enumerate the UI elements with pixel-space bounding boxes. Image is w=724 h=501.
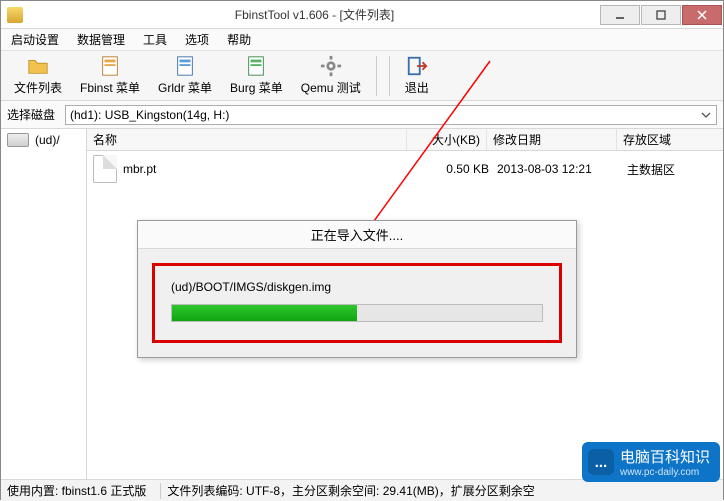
sheet-blue-icon [174,55,196,77]
watermark-url: www.pc-daily.com [620,467,710,478]
sheet-orange-icon [99,55,121,77]
status-right: 文件列表编码: UTF-8，主分区剩余空间: 29.41(MB)，扩展分区剩余空 [167,482,542,499]
exit-icon [406,55,428,77]
exit-button[interactable]: 退出 [396,52,438,99]
qemu-test-button[interactable]: Qemu 测试 [292,52,370,99]
toolbar-label: Burg 菜单 [230,79,283,96]
menu-item[interactable]: 帮助 [221,29,257,50]
divider [389,56,390,96]
list-header: 名称 大小(KB) 修改日期 存放区域 [87,129,723,151]
toolbar-label: 退出 [405,79,429,96]
titlebar: FbinstTool v1.606 - [文件列表] [1,1,723,29]
menu-item[interactable]: 工具 [137,29,173,50]
file-region: 主数据区 [627,161,717,178]
file-size: 0.50 KB [417,162,497,176]
toolbar-label: Qemu 测试 [301,79,361,96]
statusbar: 使用内置: fbinst1.6 正式版 文件列表编码: UTF-8，主分区剩余空… [1,479,723,501]
import-path: (ud)/BOOT/IMGS/diskgen.img [171,280,543,294]
import-dialog: 正在导入文件.... (ud)/BOOT/IMGS/diskgen.img [137,220,577,358]
watermark: ... 电脑百科知识 www.pc-daily.com [582,442,720,482]
watermark-icon: ... [588,449,614,475]
chevron-down-icon [698,107,714,123]
maximize-button[interactable] [641,5,681,25]
fbinst-menu-button[interactable]: Fbinst 菜单 [71,52,149,99]
folder-icon [27,55,49,77]
disk-selector[interactable]: (hd1): USB_Kingston(14g, H:) [65,105,717,125]
sheet-green-icon [245,55,267,77]
close-button[interactable] [682,5,722,25]
file-icon [93,155,117,183]
toolbar-label: 文件列表 [14,79,62,96]
toolbar-label: Grldr 菜单 [158,79,212,96]
drive-icon [7,133,29,147]
window-title: FbinstTool v1.606 - [文件列表] [29,6,600,23]
menu-item[interactable]: 选项 [179,29,215,50]
toolbar: 文件列表 Fbinst 菜单 Grldr 菜单 Burg 菜单 Qemu 测试 退出 [1,51,723,101]
progress-fill [172,305,357,321]
file-list-button[interactable]: 文件列表 [5,52,71,99]
watermark-title: 电脑百科知识 [620,446,710,467]
toolbar-label: Fbinst 菜单 [80,79,140,96]
tree-root-label: (ud)/ [35,133,60,147]
dialog-highlight-box: (ud)/BOOT/IMGS/diskgen.img [152,263,562,343]
disk-selector-value: (hd1): USB_Kingston(14g, H:) [70,108,229,122]
tree-root[interactable]: (ud)/ [1,129,86,151]
file-name: mbr.pt [123,162,417,176]
grldr-menu-button[interactable]: Grldr 菜单 [149,52,221,99]
progress-bar [171,304,543,322]
app-icon [7,7,23,23]
tree-pane: (ud)/ [1,129,87,479]
file-date: 2013-08-03 12:21 [497,162,627,176]
menu-item[interactable]: 数据管理 [71,29,131,50]
menubar: 启动设置数据管理工具选项帮助 [1,29,723,51]
disk-selector-label: 选择磁盘 [7,106,59,123]
burg-menu-button[interactable]: Burg 菜单 [221,52,292,99]
column-header-size[interactable]: 大小(KB) [407,129,487,150]
disk-selector-bar: 选择磁盘 (hd1): USB_Kingston(14g, H:) [1,101,723,129]
column-header-name[interactable]: 名称 [87,129,407,150]
divider [376,56,377,96]
status-left: 使用内置: fbinst1.6 正式版 [7,482,154,499]
list-item[interactable]: mbr.pt0.50 KB2013-08-03 12:21主数据区 [87,151,723,187]
gear-icon [320,55,342,77]
column-header-date[interactable]: 修改日期 [487,129,617,150]
column-header-region[interactable]: 存放区域 [617,129,707,150]
divider [160,483,161,499]
dialog-title: 正在导入文件.... [138,221,576,249]
minimize-button[interactable] [600,5,640,25]
menu-item[interactable]: 启动设置 [5,29,65,50]
